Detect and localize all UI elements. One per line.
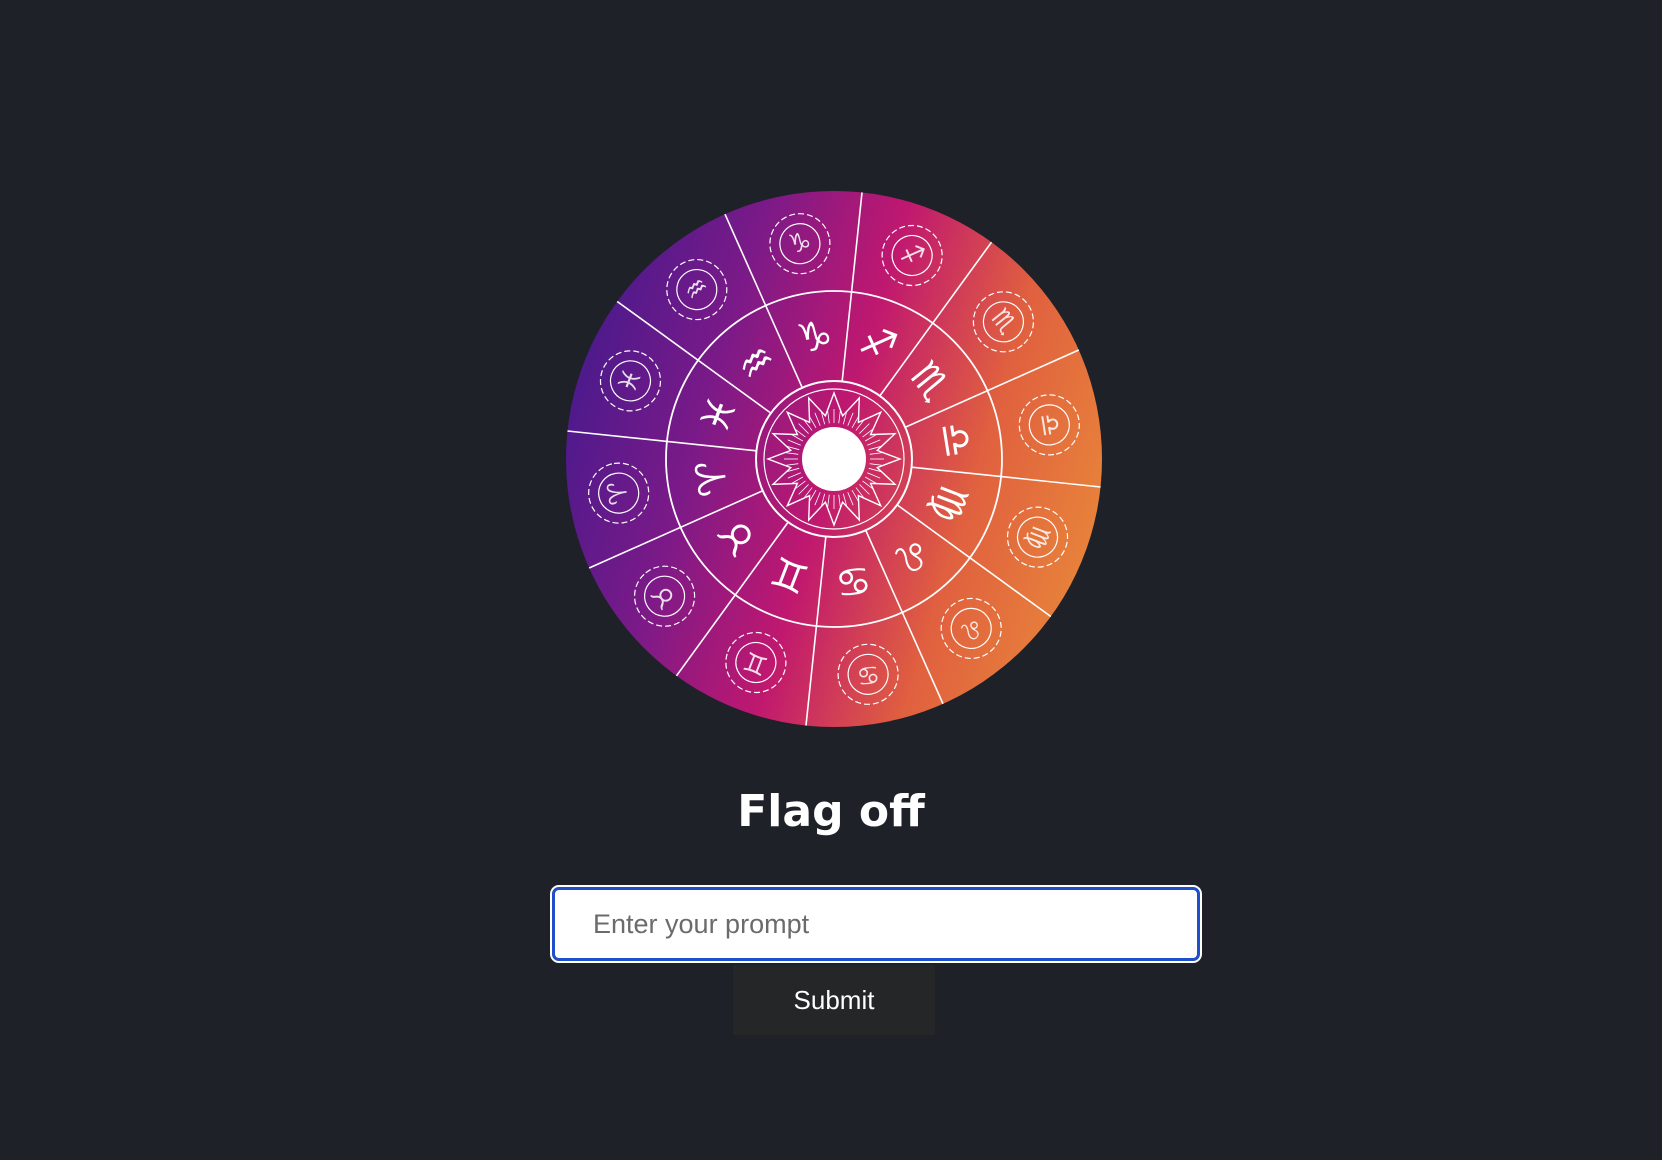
svg-text:♎: ♎ <box>1033 411 1066 439</box>
zodiac-wheel-icon: ♐ ♏ ♎ ♍ ♌ ♋ ♊ ♉ ♈ ♓ ♒ ♑ ♐ ♏ ♎ ♍ ♌ ♋ ♊ ♉ ♈ ♓ ♒ ♑ <box>566 191 1102 727</box>
cancer-glyph-icon: ♋ <box>832 555 875 606</box>
submit-button[interactable]: Submit <box>733 965 935 1035</box>
page: ♐♏♎♍♌♋♊♉♈♓♒♑ ♐♏♎♍♌♋♊♉♈♓♒♑ Flag off Submi… <box>0 0 1662 1160</box>
page-title: Flag off <box>737 786 925 837</box>
zodiac-wheel-graphic: ♐♏♎♍♌♋♊♉♈♓♒ ♑ ♐♏♎♍♌♋♊♉♈♓♒♑ <box>566 191 1102 727</box>
svg-text:♋: ♋ <box>854 658 882 691</box>
aries-glyph-icon: ♈ <box>687 457 738 500</box>
sun-center <box>802 427 866 491</box>
prompt-input[interactable] <box>550 885 1202 963</box>
svg-text:♈: ♈ <box>602 479 635 507</box>
capricorn-glyph-icon: ♑ <box>793 312 836 363</box>
svg-text:♑: ♑ <box>786 227 814 260</box>
libra-glyph-icon: ♎ <box>930 418 981 461</box>
